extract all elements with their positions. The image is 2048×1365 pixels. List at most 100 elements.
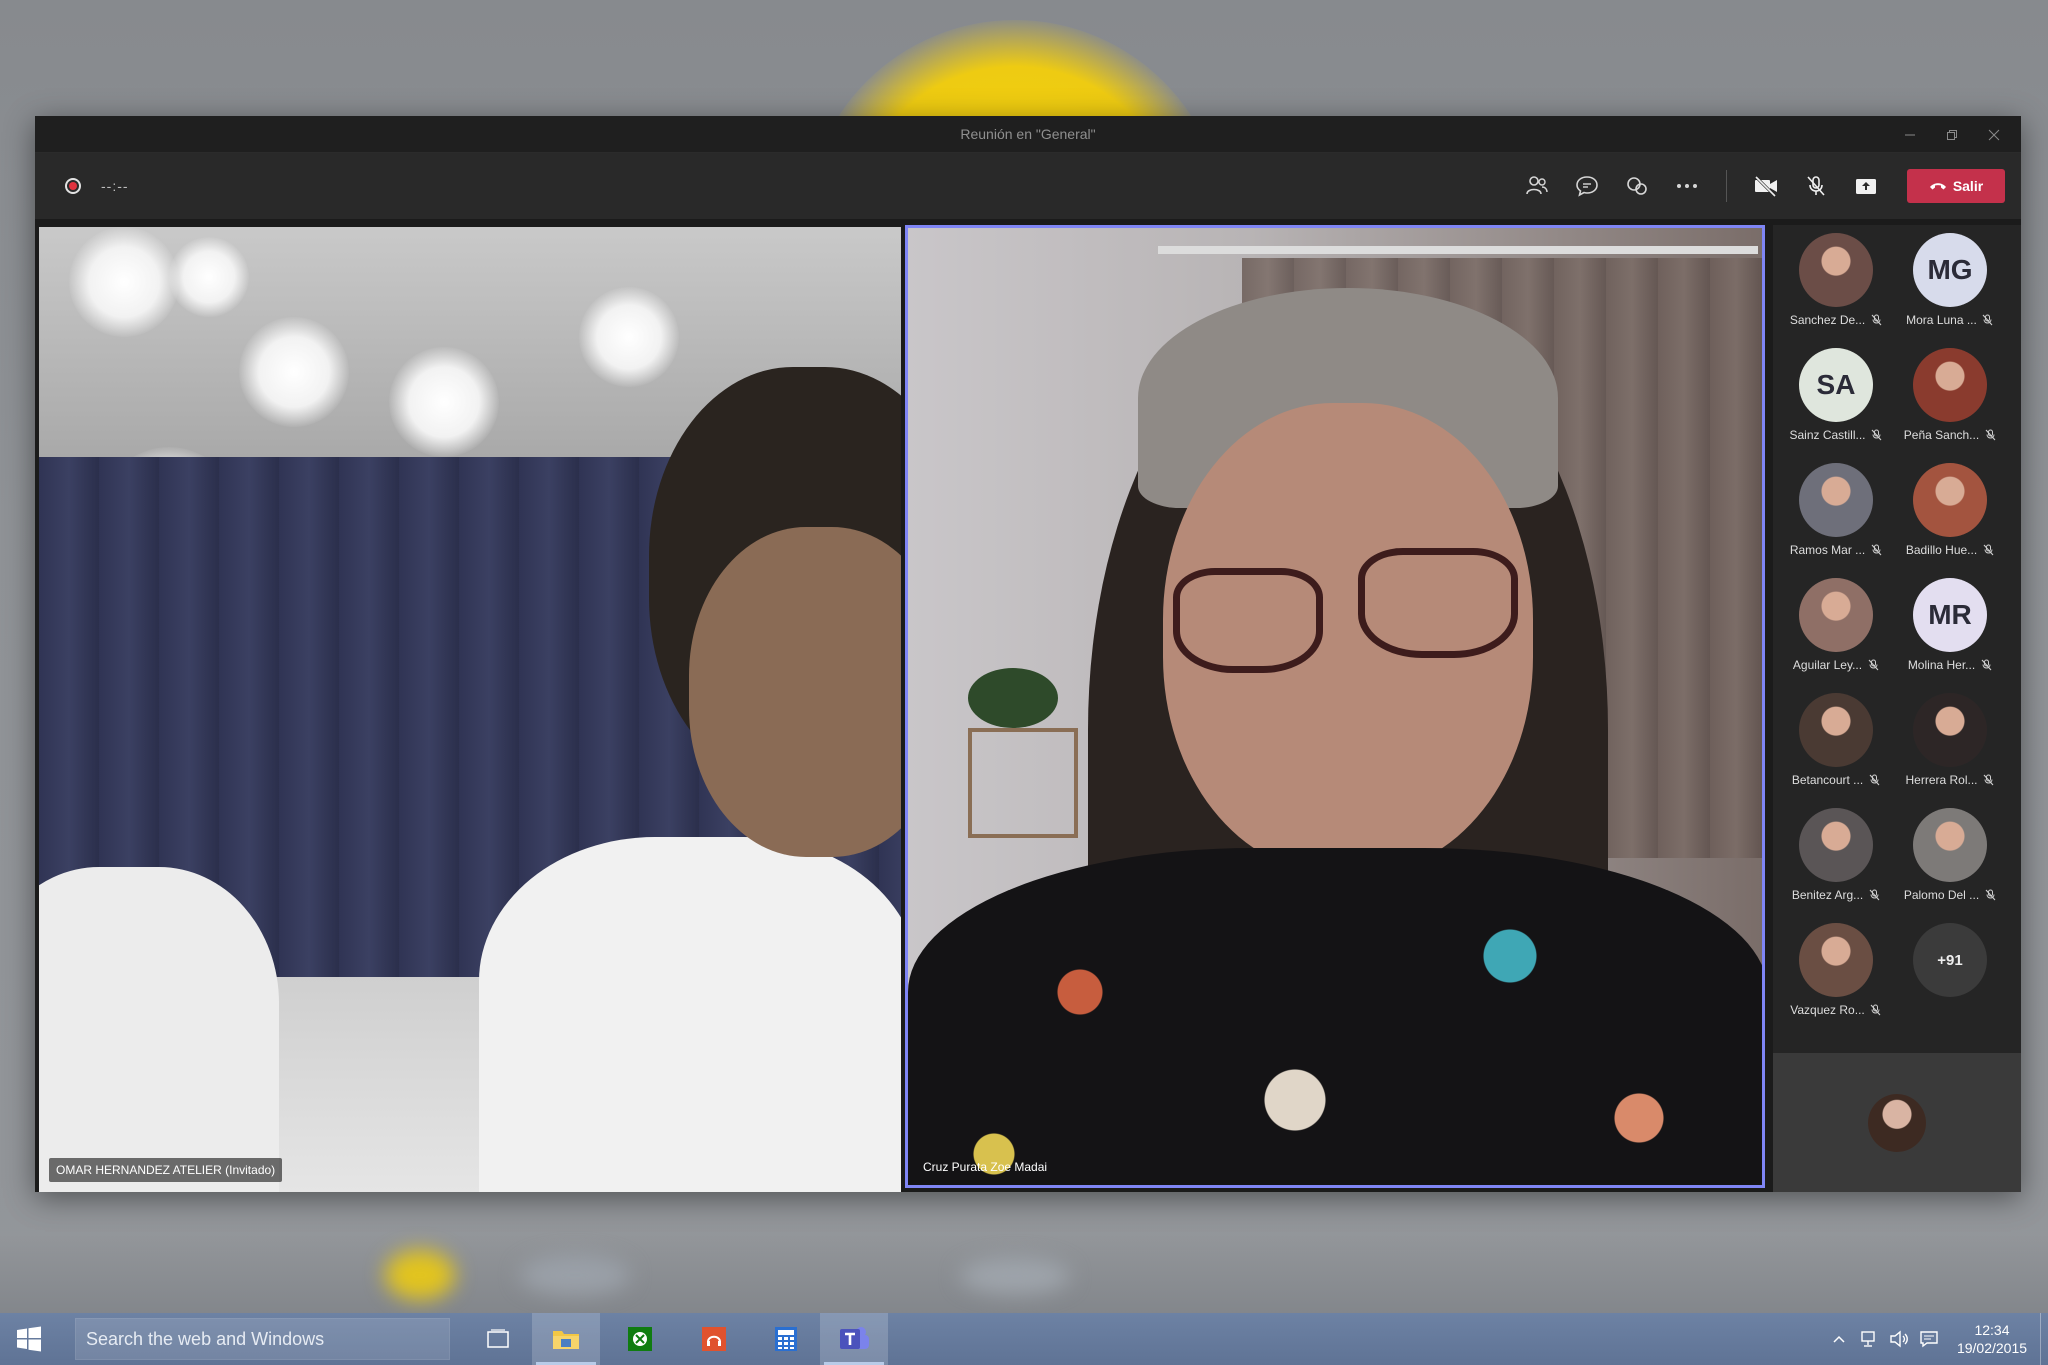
participants-icon[interactable] xyxy=(1512,166,1562,206)
wallpaper-blob xyxy=(385,1250,455,1300)
network-icon[interactable] xyxy=(1854,1313,1884,1365)
participant-name: Mora Luna ... xyxy=(1906,313,1977,327)
minimize-icon[interactable] xyxy=(1889,116,1931,153)
muted-mic-icon xyxy=(1868,889,1880,901)
participant-avatar xyxy=(1799,693,1873,767)
video-background xyxy=(1158,246,1758,254)
search-placeholder: Search the web and Windows xyxy=(86,1328,325,1349)
chevron-up-icon[interactable] xyxy=(1824,1313,1854,1365)
participant-avatar xyxy=(1913,808,1987,882)
muted-mic-icon xyxy=(1871,429,1883,441)
participant-name: Badillo Hue... xyxy=(1905,543,1978,557)
xbox-icon[interactable] xyxy=(606,1313,674,1365)
start-button[interactable] xyxy=(0,1313,58,1365)
participant-tile[interactable]: Sanchez De... xyxy=(1779,233,1893,333)
muted-mic-icon xyxy=(1982,544,1994,556)
participant-tile[interactable]: MG Mora Luna ... xyxy=(1893,233,2007,333)
participant-avatar: SA xyxy=(1799,348,1873,422)
participant-name-row: Betancourt ... xyxy=(1792,773,1880,787)
participant-tile[interactable]: Ramos Mar ... xyxy=(1779,463,1893,563)
participant-tile[interactable]: Peña Sanch... xyxy=(1893,348,2007,448)
participant-gallery: Sanchez De... MG Mora Luna ... SA Sainz Cast… xyxy=(1773,225,2021,1053)
system-tray: 12:34 19/02/2015 xyxy=(1824,1313,2048,1365)
participant-name: Ramos Mar ... xyxy=(1789,543,1866,557)
muted-mic-icon xyxy=(1870,544,1882,556)
windows-logo-icon xyxy=(17,1326,41,1352)
task-view-icon[interactable] xyxy=(464,1313,532,1365)
phone-hangup-icon xyxy=(1929,183,1946,190)
clock-time: 12:34 xyxy=(1974,1322,2010,1338)
window-title: Reunión en "General" xyxy=(960,126,1096,142)
chat-icon[interactable] xyxy=(1562,166,1612,206)
restore-icon[interactable] xyxy=(1931,116,1973,153)
muted-mic-icon xyxy=(1983,774,1995,786)
participant-name: Sainz Castill... xyxy=(1789,428,1866,442)
muted-mic-icon xyxy=(1870,1004,1882,1016)
participant-tile[interactable]: Badillo Hue... xyxy=(1893,463,2007,563)
muted-mic-icon xyxy=(1980,659,1992,671)
participant-name: Herrera Rol... xyxy=(1905,773,1978,787)
participant-tile[interactable]: Benitez Arg... xyxy=(1779,808,1893,908)
participant-tile[interactable]: Vazquez Ro... xyxy=(1779,923,1893,1023)
participant-name: Palomo Del ... xyxy=(1903,888,1980,902)
video-background xyxy=(69,227,179,337)
participant-name: Peña Sanch... xyxy=(1903,428,1980,442)
meeting-toolbar: --:-- Salir xyxy=(35,153,2021,219)
participant-tile[interactable]: Herrera Rol... xyxy=(1893,693,2007,793)
more-participants-count: +91 xyxy=(1913,923,1987,997)
leave-button[interactable]: Salir xyxy=(1907,169,2005,203)
windows-taskbar: Search the web and Windows 12:34 19/02/2… xyxy=(0,1313,2048,1365)
participant-avatar: MG xyxy=(1913,233,1987,307)
participant-tile[interactable]: Betancourt ... xyxy=(1779,693,1893,793)
recording-indicator-icon xyxy=(65,178,81,194)
video-person xyxy=(479,837,901,1192)
system-clock[interactable]: 12:34 19/02/2015 xyxy=(1944,1321,2040,1357)
calculator-icon[interactable] xyxy=(752,1313,820,1365)
music-icon[interactable] xyxy=(680,1313,748,1365)
participant-tile[interactable]: SA Sainz Castill... xyxy=(1779,348,1893,448)
video-background xyxy=(169,237,249,317)
title-bar: Reunión en "General" xyxy=(35,116,2021,153)
participant-name-row: Vazquez Ro... xyxy=(1790,1003,1881,1017)
notifications-icon[interactable] xyxy=(1914,1313,1944,1365)
mic-off-icon[interactable] xyxy=(1791,166,1841,206)
muted-mic-icon xyxy=(1870,314,1882,326)
video-person xyxy=(689,527,901,857)
participant-avatar xyxy=(1799,808,1873,882)
participant-tile[interactable]: Palomo Del ... xyxy=(1893,808,2007,908)
participant-tile[interactable]: MR Molina Her... xyxy=(1893,578,2007,678)
video-tile-guest[interactable]: OMAR HERNANDEZ ATELIER (Invitado) xyxy=(39,227,901,1192)
video-tile-speaker[interactable]: Cruz Purata Zoe Madai xyxy=(905,225,1765,1188)
more-icon[interactable] xyxy=(1662,166,1712,206)
show-desktop-button[interactable] xyxy=(2040,1313,2048,1365)
participant-avatar xyxy=(1913,348,1987,422)
teams-meeting-window: Reunión en "General" --:-- Salir OMAR HE… xyxy=(35,116,2021,1192)
participant-avatar: MR xyxy=(1913,578,1987,652)
participant-tile[interactable]: Aguilar Ley... xyxy=(1779,578,1893,678)
participant-name-tag: Cruz Purata Zoe Madai xyxy=(923,1160,1048,1174)
clock-date: 19/02/2015 xyxy=(1956,1340,2028,1356)
share-icon[interactable] xyxy=(1841,166,1891,206)
camera-off-icon[interactable] xyxy=(1741,166,1791,206)
video-person xyxy=(39,867,279,1192)
participant-avatar xyxy=(1913,463,1987,537)
participant-name: Sanchez De... xyxy=(1789,313,1866,327)
more-participants-button[interactable]: +91 xyxy=(1893,923,2007,1023)
meeting-stage: OMAR HERNANDEZ ATELIER (Invitado) Cruz P… xyxy=(35,219,2021,1192)
meeting-timer: --:-- xyxy=(101,178,129,194)
file-explorer-icon[interactable] xyxy=(532,1313,600,1365)
video-background xyxy=(968,728,1078,838)
video-person xyxy=(1173,568,1323,673)
close-icon[interactable] xyxy=(1973,116,2015,153)
volume-icon[interactable] xyxy=(1884,1313,1914,1365)
teams-icon[interactable] xyxy=(820,1313,888,1365)
participant-avatar xyxy=(1799,578,1873,652)
reactions-icon[interactable] xyxy=(1612,166,1662,206)
participant-avatar xyxy=(1799,463,1873,537)
taskbar-search-box[interactable]: Search the web and Windows xyxy=(75,1318,450,1360)
self-view[interactable] xyxy=(1773,1053,2021,1192)
muted-mic-icon xyxy=(1982,314,1994,326)
leave-label: Salir xyxy=(1952,178,1984,194)
video-person xyxy=(1358,548,1518,658)
muted-mic-icon xyxy=(1984,889,1996,901)
